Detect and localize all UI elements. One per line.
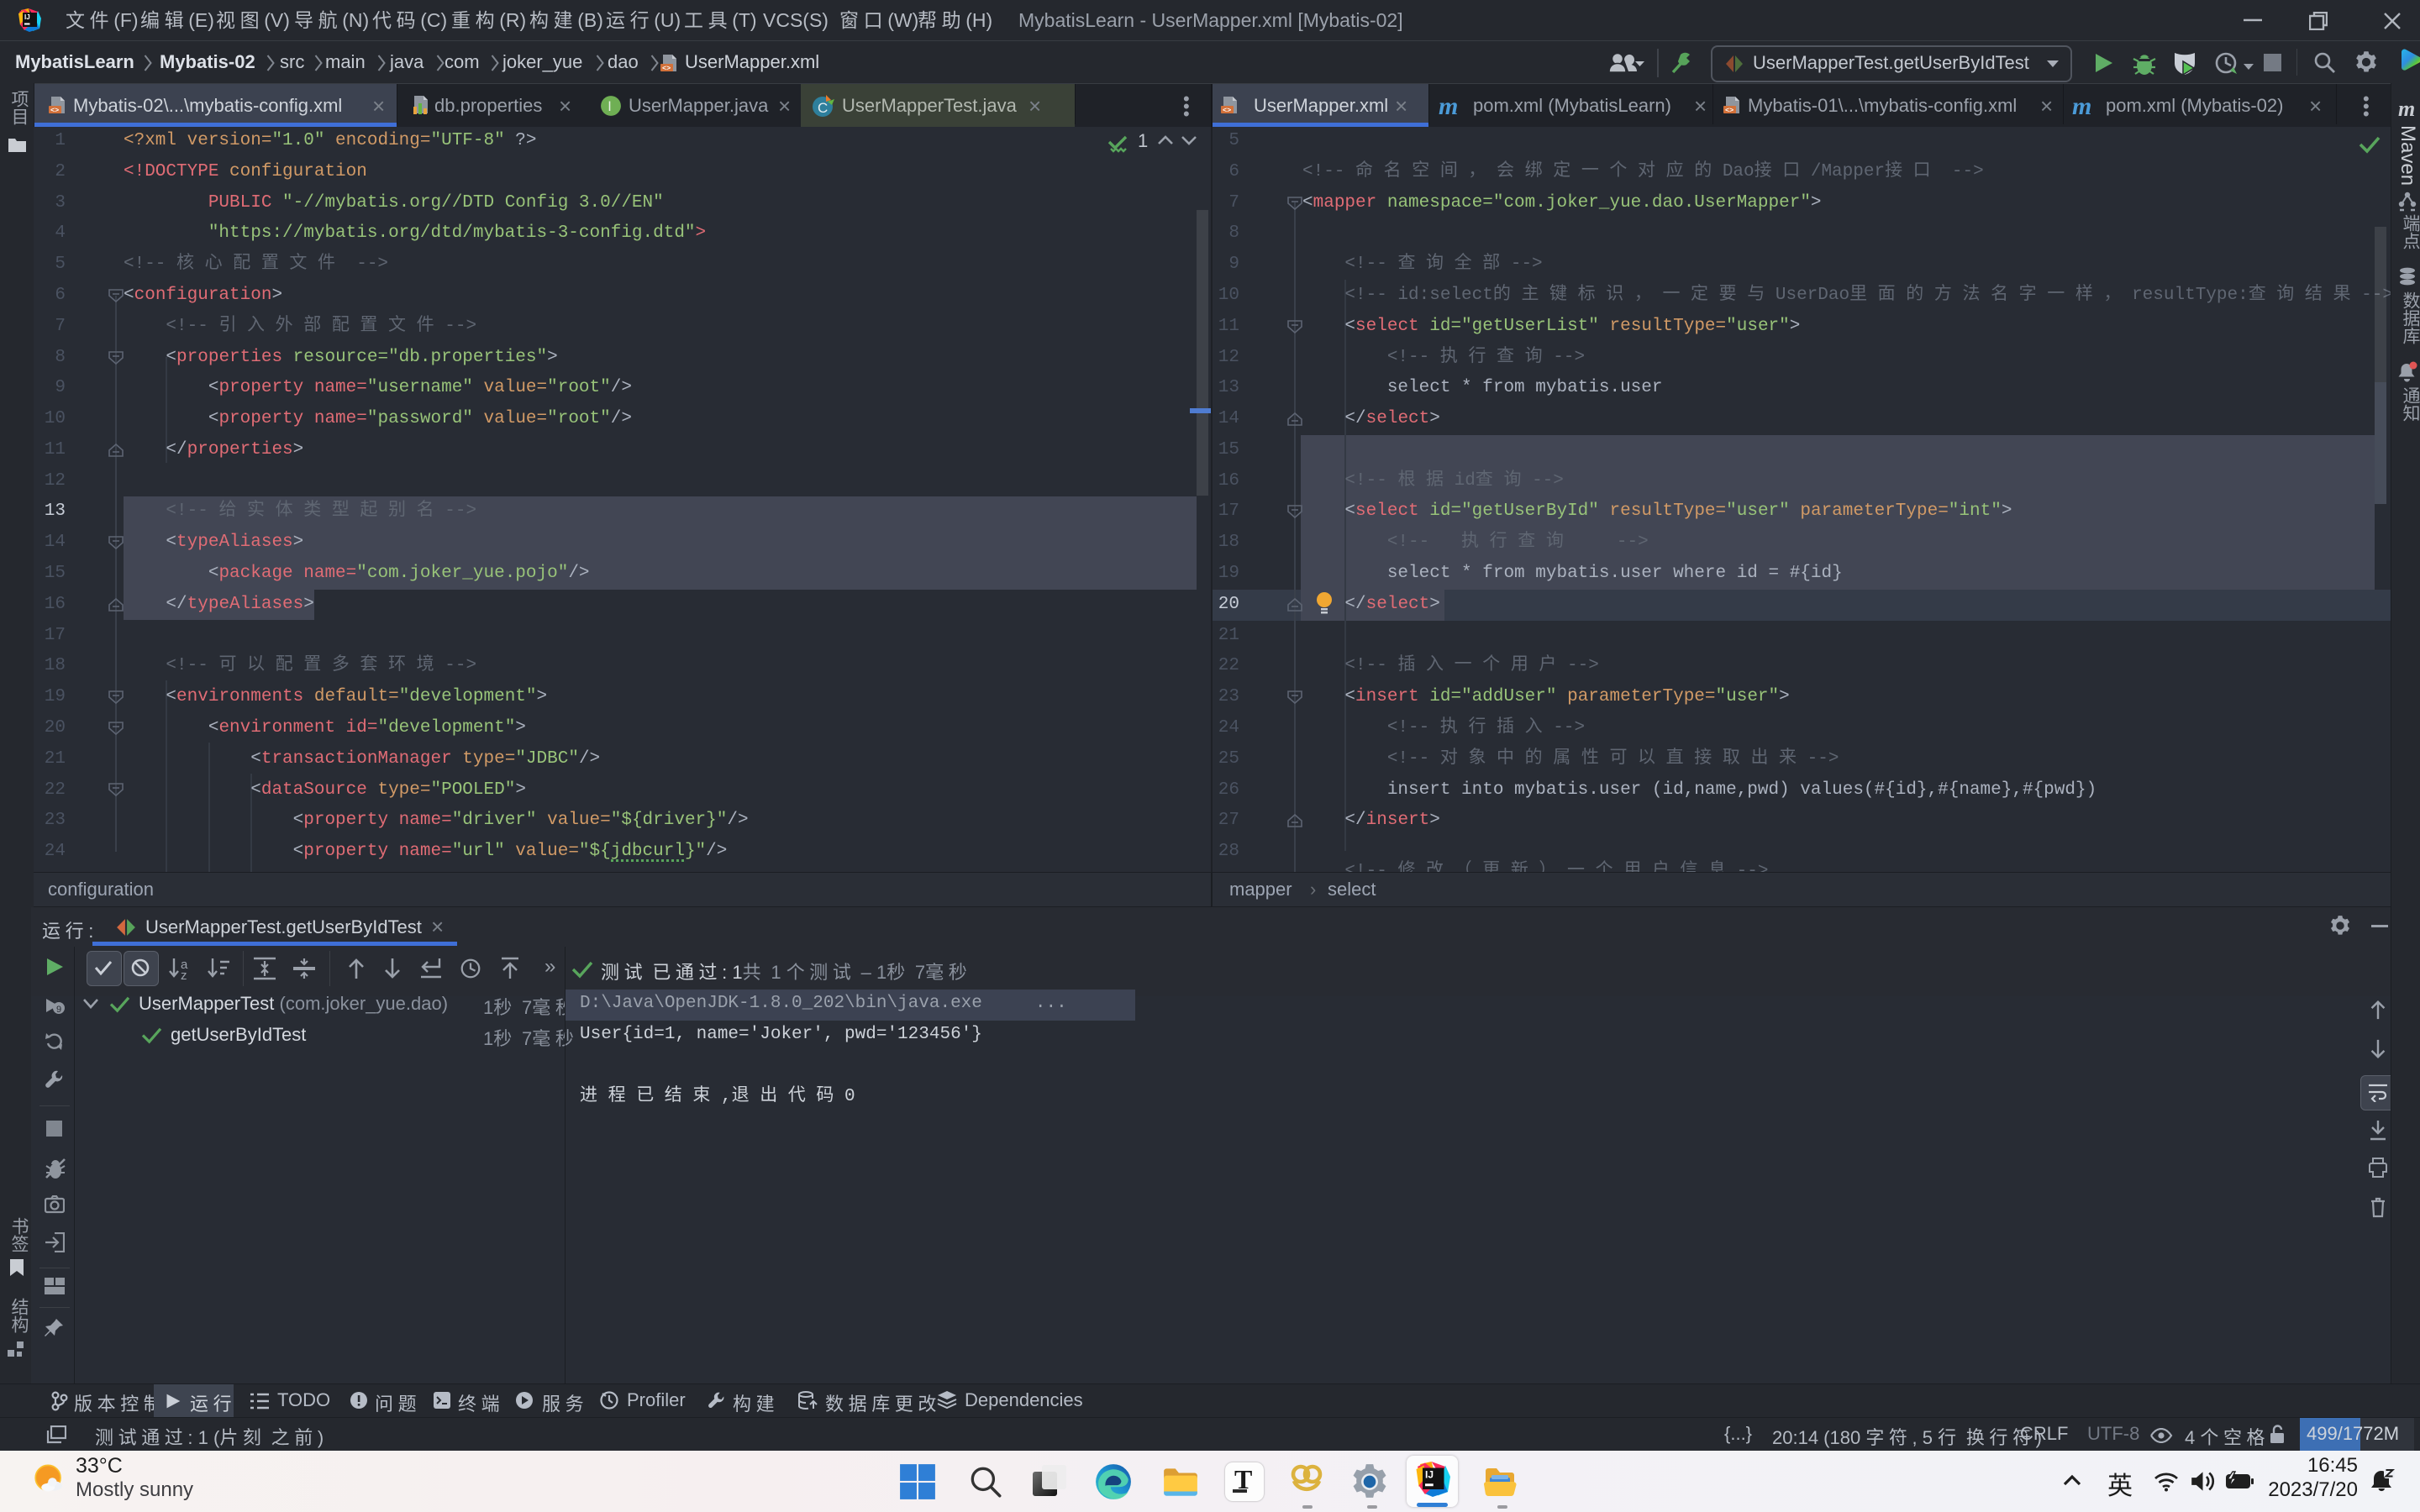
svg-text:z: z (181, 969, 187, 980)
svg-text:IJ: IJ (24, 13, 30, 21)
svg-text:<>: <> (1725, 107, 1733, 115)
svg-text:<>: <> (1223, 107, 1231, 115)
svg-text:IJ: IJ (1425, 1469, 1434, 1481)
svg-text:<>: <> (662, 65, 671, 73)
svg-text:I: I (608, 99, 612, 114)
svg-text:<>: <> (50, 107, 59, 115)
svg-text:C: C (818, 100, 828, 116)
svg-text:9: 9 (56, 1005, 61, 1015)
